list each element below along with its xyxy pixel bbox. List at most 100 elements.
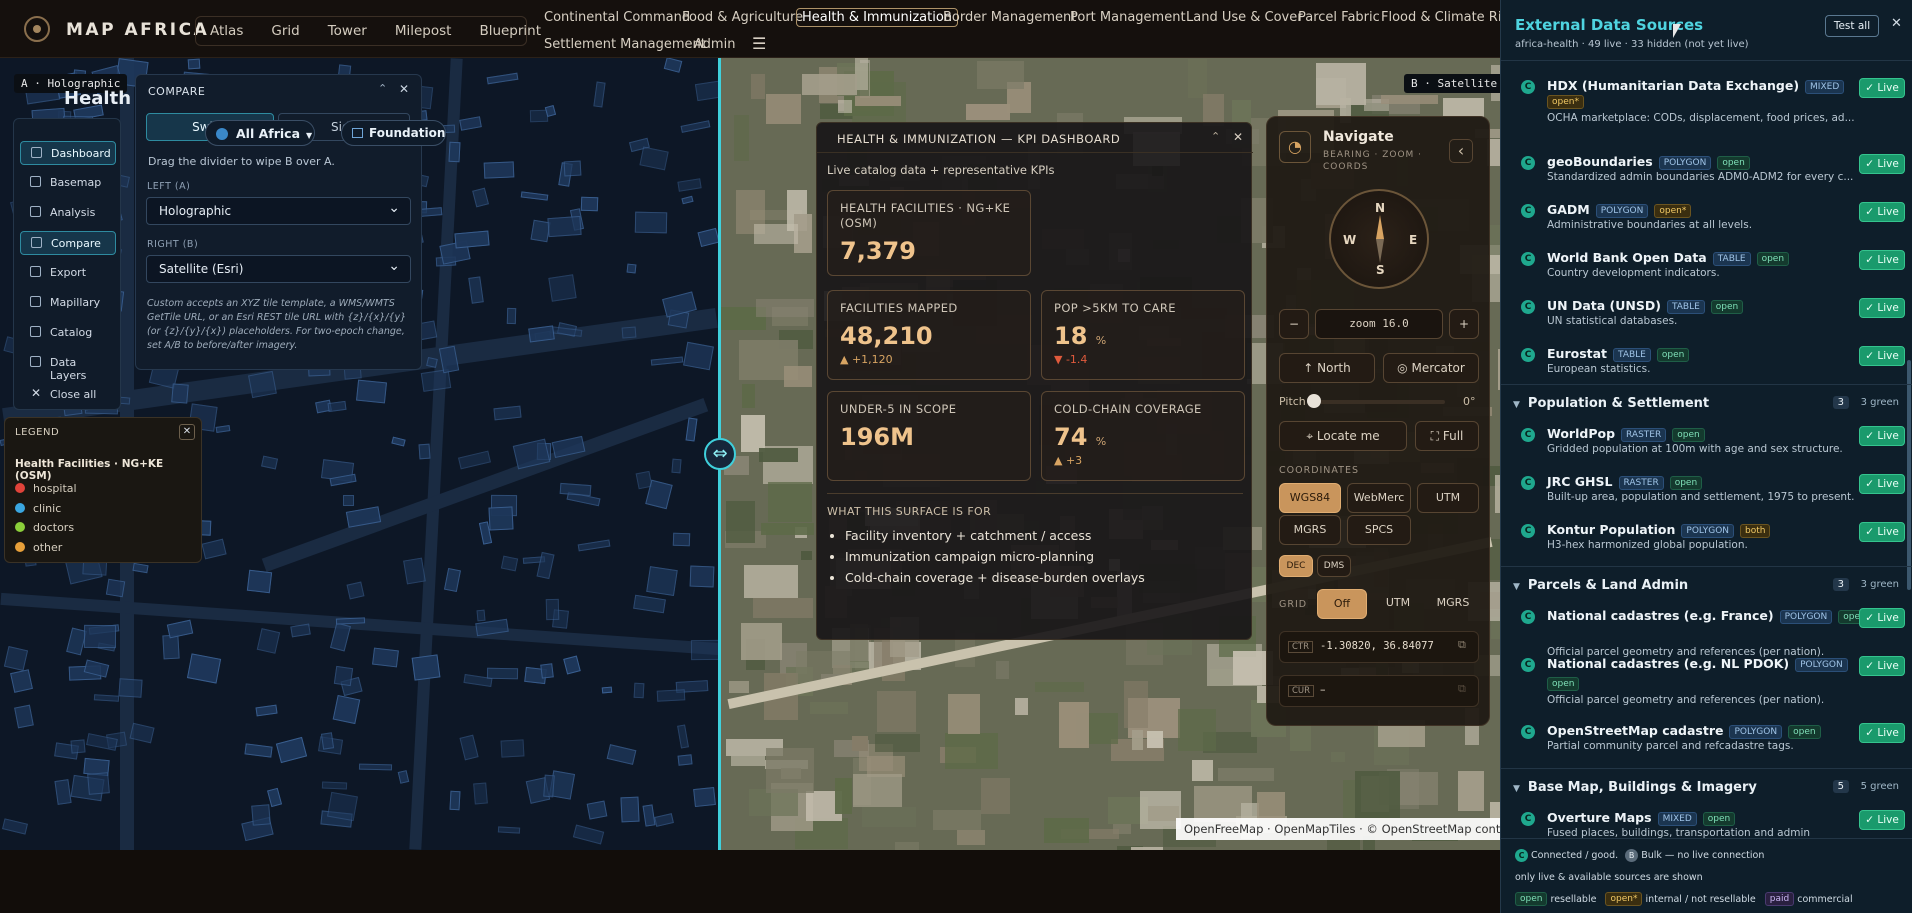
sidenav-analysis[interactable]: Analysis <box>20 201 116 225</box>
format-dms[interactable]: DMS <box>1317 555 1351 577</box>
building <box>14 705 35 730</box>
live-button[interactable]: ✓ Live <box>1859 723 1905 743</box>
grid-icon <box>352 128 363 138</box>
scrollbar[interactable] <box>1907 360 1911 590</box>
live-button[interactable]: ✓ Live <box>1859 250 1905 270</box>
navigate-panel: ◔ Navigate BEARING · ZOOM · COORDS ‹ N S… <box>1266 116 1490 726</box>
live-button[interactable]: ✓ Live <box>1859 298 1905 318</box>
nav-port-management[interactable]: Port Management <box>1070 10 1186 25</box>
collapse-icon[interactable]: ⌃ <box>1211 130 1220 143</box>
live-button[interactable]: ✓ Live <box>1859 346 1905 366</box>
dashboard-icon <box>31 147 42 158</box>
nav-land-use-cover[interactable]: Land Use & Cover <box>1186 10 1303 25</box>
format-dec[interactable]: DEC <box>1279 555 1313 577</box>
live-button[interactable]: ✓ Live <box>1859 154 1905 174</box>
nav-admin[interactable]: Admin <box>694 37 735 52</box>
source-section-header[interactable]: ▼ Parcels & Land Admin 3 3 green <box>1513 578 1899 593</box>
nav-food-agriculture[interactable]: Food & Agriculture <box>682 10 803 25</box>
building <box>70 738 86 754</box>
live-button[interactable]: ✓ Live <box>1859 608 1905 628</box>
kpi-delta: ▲ +3 <box>1054 454 1083 467</box>
source-name: World Bank Open Data <box>1547 250 1707 265</box>
license-open-badge: open <box>1515 892 1548 906</box>
zoom-out-button[interactable]: − <box>1279 309 1309 339</box>
building <box>607 744 637 766</box>
building <box>639 146 670 172</box>
left-layer-select[interactable]: Holographic <box>146 197 411 225</box>
coord-webmerc[interactable]: WebMerc <box>1347 483 1411 513</box>
mode-tower[interactable]: Tower <box>314 17 381 45</box>
grid-utm[interactable]: UTM <box>1373 589 1423 619</box>
kpi-unit: % <box>1095 435 1107 448</box>
source-section-header[interactable]: ▼ Population & Settlement 3 3 green <box>1513 396 1899 411</box>
nav-continental-command[interactable]: Continental Command <box>544 10 690 25</box>
source-name: JRC GHSL <box>1547 474 1613 489</box>
pitch-slider[interactable] <box>1313 400 1445 404</box>
live-button[interactable]: ✓ Live <box>1859 656 1905 676</box>
copy-icon[interactable]: ⧉ <box>1458 638 1466 652</box>
live-button[interactable]: ✓ Live <box>1859 426 1905 446</box>
sidenav-mapillary[interactable]: Mapillary <box>20 291 116 315</box>
right-layer-select[interactable]: Satellite (Esri) <box>146 255 411 283</box>
close-icon: ✕ <box>31 386 42 400</box>
sidenav-export[interactable]: Export <box>20 261 116 285</box>
building <box>634 682 645 699</box>
projection-button[interactable]: ◎ Mercator <box>1383 353 1479 383</box>
sidenav-dashboard[interactable]: Dashboard <box>20 141 116 165</box>
live-button[interactable]: ✓ Live <box>1859 522 1905 542</box>
sidenav-basemap[interactable]: Basemap <box>20 171 116 195</box>
mode-atlas[interactable]: Atlas <box>196 17 257 45</box>
test-all-button[interactable]: Test all <box>1825 15 1879 37</box>
mode-blueprint[interactable]: Blueprint <box>465 17 555 45</box>
live-button[interactable]: ✓ Live <box>1859 810 1905 830</box>
nav-parcel-fabric[interactable]: Parcel Fabric <box>1298 10 1380 25</box>
building <box>84 624 117 649</box>
coord-utm[interactable]: UTM <box>1417 483 1479 513</box>
fullscreen-button[interactable]: ⛶ Full <box>1415 421 1479 451</box>
connected-icon: C <box>1521 610 1535 624</box>
coord-spcs[interactable]: SPCS <box>1347 515 1411 545</box>
region-selector[interactable]: All Africa ▼ <box>205 120 315 146</box>
sidenav-data-layers[interactable]: Data Layers <box>20 351 116 382</box>
foundation-button[interactable]: Foundation <box>341 120 446 146</box>
close-icon[interactable]: ✕ <box>399 82 409 96</box>
north-button[interactable]: ↑ North <box>1279 353 1375 383</box>
close-icon[interactable]: ✕ <box>1233 130 1243 144</box>
divider-handle[interactable]: ⇔ <box>704 438 736 470</box>
compass-dial[interactable]: N S W E <box>1329 189 1429 289</box>
nav-health-immunization[interactable]: Health & Immunization <box>796 8 959 27</box>
sidenav-compare[interactable]: Compare <box>20 231 116 255</box>
satellite-patch <box>874 733 920 753</box>
collapse-icon[interactable]: ⌃ <box>378 82 387 95</box>
source-section-header[interactable]: ▼ Base Map, Buildings & Imagery 5 5 green <box>1513 780 1899 795</box>
live-button[interactable]: ✓ Live <box>1859 78 1905 98</box>
grid-mgrs[interactable]: MGRS <box>1427 589 1479 619</box>
mode-milepost[interactable]: Milepost <box>381 17 466 45</box>
satellite-patch <box>759 448 798 463</box>
sidenav-catalog[interactable]: Catalog <box>20 321 116 345</box>
legend-close-icon[interactable]: ✕ <box>179 424 195 440</box>
close-icon[interactable]: ✕ <box>1891 16 1902 31</box>
satellite-patch <box>895 841 920 850</box>
mode-grid[interactable]: Grid <box>257 17 313 45</box>
building <box>459 734 479 761</box>
coord-wgs84[interactable]: WGS84 <box>1279 483 1341 513</box>
nav-border-management[interactable]: Border Management <box>943 10 1076 25</box>
building <box>694 79 720 101</box>
live-button[interactable]: ✓ Live <box>1859 474 1905 494</box>
kpi-value: 7,379 <box>840 237 916 265</box>
locate-me-button[interactable]: ⌖ Locate me <box>1279 421 1407 451</box>
map-attribution[interactable]: OpenFreeMap · OpenMapTiles · © OpenStree… <box>1176 818 1500 840</box>
zoom-in-button[interactable]: + <box>1449 309 1479 339</box>
compare-panel: COMPARE ⌃ ✕ Swipe Side Drag the divider … <box>135 74 422 370</box>
nav-settlement-management[interactable]: Settlement Management <box>544 37 706 52</box>
grid-off[interactable]: Off <box>1317 589 1367 619</box>
legend-item: clinic <box>15 499 77 519</box>
collapse-chevron-icon[interactable]: ‹ <box>1449 139 1473 163</box>
nav-flood-climate-risk[interactable]: Flood & Climate Risk <box>1381 10 1516 25</box>
coord-mgrs[interactable]: MGRS <box>1279 515 1341 545</box>
menu-icon[interactable]: ☰ <box>752 34 766 53</box>
pitch-slider-thumb[interactable] <box>1307 394 1321 408</box>
live-button[interactable]: ✓ Live <box>1859 202 1905 222</box>
sidenav-close-all[interactable]: ✕ Close all <box>20 383 116 407</box>
